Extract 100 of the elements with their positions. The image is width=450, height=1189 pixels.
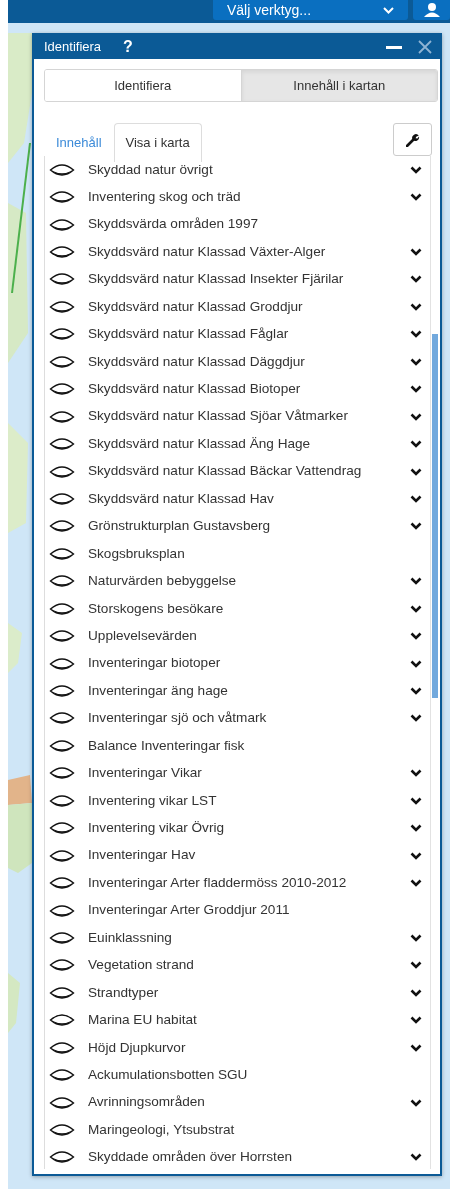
eye-icon[interactable] bbox=[49, 1067, 75, 1084]
segment-button[interactable]: Innehåll i kartan bbox=[240, 70, 437, 101]
expand-button[interactable] bbox=[410, 165, 422, 174]
eye-icon[interactable] bbox=[49, 984, 75, 1001]
expand-button[interactable] bbox=[410, 385, 422, 394]
user-button[interactable] bbox=[413, 0, 450, 20]
eye-icon[interactable] bbox=[49, 929, 75, 946]
layer-name: Inventeringar Arter Groddjur 2011 bbox=[88, 901, 290, 920]
expand-button[interactable] bbox=[410, 494, 422, 503]
eye-icon[interactable] bbox=[49, 216, 75, 233]
expand-button[interactable] bbox=[410, 522, 422, 531]
eye-icon[interactable] bbox=[49, 683, 75, 700]
layer-name: Marina EU habitat bbox=[88, 1011, 197, 1030]
expand-button[interactable] bbox=[410, 577, 422, 586]
expand-button[interactable] bbox=[410, 851, 422, 860]
eye-icon[interactable] bbox=[49, 1039, 75, 1056]
expand-button[interactable] bbox=[410, 659, 422, 668]
eye-icon[interactable] bbox=[49, 600, 75, 617]
eye-icon[interactable] bbox=[49, 463, 75, 480]
expand-button[interactable] bbox=[410, 933, 422, 942]
eye-icon[interactable] bbox=[49, 381, 75, 398]
layer-name: Maringeologi, Ytsubstrat bbox=[88, 1120, 235, 1139]
expand-button[interactable] bbox=[410, 1153, 422, 1162]
eye-icon[interactable] bbox=[49, 765, 75, 782]
eye-icon[interactable] bbox=[49, 737, 75, 754]
eye-icon[interactable] bbox=[49, 189, 75, 206]
layer-name: Grönstrukturplan Gustavsberg bbox=[88, 517, 271, 536]
layer-name: Skyddsvärd natur Klassad Växter-Alger bbox=[88, 242, 326, 261]
eye-icon[interactable] bbox=[49, 518, 75, 535]
eye-icon[interactable] bbox=[49, 244, 75, 261]
eye-icon[interactable] bbox=[49, 298, 75, 315]
eye-icon[interactable] bbox=[49, 436, 75, 453]
eye-icon[interactable] bbox=[49, 271, 75, 288]
expand-button[interactable] bbox=[410, 440, 422, 449]
eye-icon[interactable] bbox=[49, 490, 75, 507]
eye-icon[interactable] bbox=[49, 957, 75, 974]
tab[interactable]: Innehåll bbox=[44, 123, 114, 162]
caret-icon bbox=[383, 6, 394, 14]
layer-name: Skyddade områden över Horrsten bbox=[88, 1148, 292, 1167]
eye-icon[interactable] bbox=[49, 1149, 75, 1166]
layer-name: Upplevelsevärden bbox=[88, 626, 197, 645]
eye-icon[interactable] bbox=[49, 1122, 75, 1139]
eye-icon[interactable] bbox=[49, 655, 75, 672]
expand-button[interactable] bbox=[410, 604, 422, 613]
expand-button[interactable] bbox=[410, 412, 422, 421]
expand-button[interactable] bbox=[410, 1098, 422, 1107]
eye-icon[interactable] bbox=[49, 628, 75, 645]
scrollbar-thumb[interactable] bbox=[432, 334, 438, 698]
tool-dropdown[interactable]: Välj verktyg... bbox=[213, 0, 408, 20]
expand-button[interactable] bbox=[410, 961, 422, 970]
layer-name: Storskogens besökare bbox=[88, 599, 224, 618]
eye-icon[interactable] bbox=[49, 573, 75, 590]
expand-button[interactable] bbox=[410, 1043, 422, 1052]
layer-name: Skyddsvärd natur Klassad Äng Hage bbox=[88, 434, 311, 453]
eye-icon[interactable] bbox=[49, 1012, 75, 1029]
expand-button[interactable] bbox=[410, 714, 422, 723]
layer-name: Naturvärden bebyggelse bbox=[88, 572, 237, 591]
expand-button[interactable] bbox=[410, 1016, 422, 1025]
expand-button[interactable] bbox=[410, 275, 422, 284]
eye-icon[interactable] bbox=[49, 820, 75, 837]
layer-name: Balance Inventeringar fisk bbox=[88, 736, 245, 755]
help-button[interactable]: ? bbox=[123, 35, 133, 59]
eye-icon[interactable] bbox=[49, 353, 75, 370]
layer-name: Ackumulationsbotten SGU bbox=[88, 1065, 248, 1084]
expand-button[interactable] bbox=[410, 248, 422, 257]
eye-icon[interactable] bbox=[49, 545, 75, 562]
eye-icon[interactable] bbox=[49, 326, 75, 343]
panel-title: Identifiera bbox=[44, 38, 102, 57]
eye-icon[interactable] bbox=[49, 792, 75, 809]
expand-button[interactable] bbox=[410, 988, 422, 997]
tab[interactable]: Visa i karta bbox=[113, 123, 202, 162]
expand-button[interactable] bbox=[410, 330, 422, 339]
eye-icon[interactable] bbox=[49, 710, 75, 727]
eye-icon[interactable] bbox=[49, 847, 75, 864]
close-button[interactable] bbox=[418, 40, 432, 54]
expand-button[interactable] bbox=[410, 879, 422, 888]
expand-button[interactable] bbox=[410, 796, 422, 805]
minimize-button[interactable] bbox=[386, 45, 402, 49]
expand-button[interactable] bbox=[410, 632, 422, 641]
expand-button[interactable] bbox=[410, 193, 422, 202]
wrench-icon bbox=[405, 132, 420, 147]
layer-name: Skyddsvärd natur Klassad Fåglar bbox=[88, 325, 289, 344]
settings-button[interactable] bbox=[393, 123, 432, 156]
layer-name: Euinklassning bbox=[88, 928, 172, 947]
eye-icon[interactable] bbox=[49, 161, 75, 178]
eye-icon[interactable] bbox=[49, 875, 75, 892]
expand-button[interactable] bbox=[410, 467, 422, 476]
expand-button[interactable] bbox=[410, 357, 422, 366]
eye-icon[interactable] bbox=[49, 408, 75, 425]
expand-button[interactable] bbox=[410, 824, 422, 833]
layer-name: Skyddsvärd natur Klassad Groddjur bbox=[88, 297, 303, 316]
layer-name: Inventeringar biotoper bbox=[88, 654, 221, 673]
layer-name: Inventering skog och träd bbox=[88, 187, 241, 206]
expand-button[interactable] bbox=[410, 769, 422, 778]
eye-icon[interactable] bbox=[49, 902, 75, 919]
expand-button[interactable] bbox=[410, 302, 422, 311]
layer-name: Inventeringar Vikar bbox=[88, 764, 202, 783]
expand-button[interactable] bbox=[410, 687, 422, 696]
eye-icon[interactable] bbox=[49, 1094, 75, 1111]
layer-name: Skyddsvärd natur Klassad Däggdjur bbox=[88, 352, 305, 371]
